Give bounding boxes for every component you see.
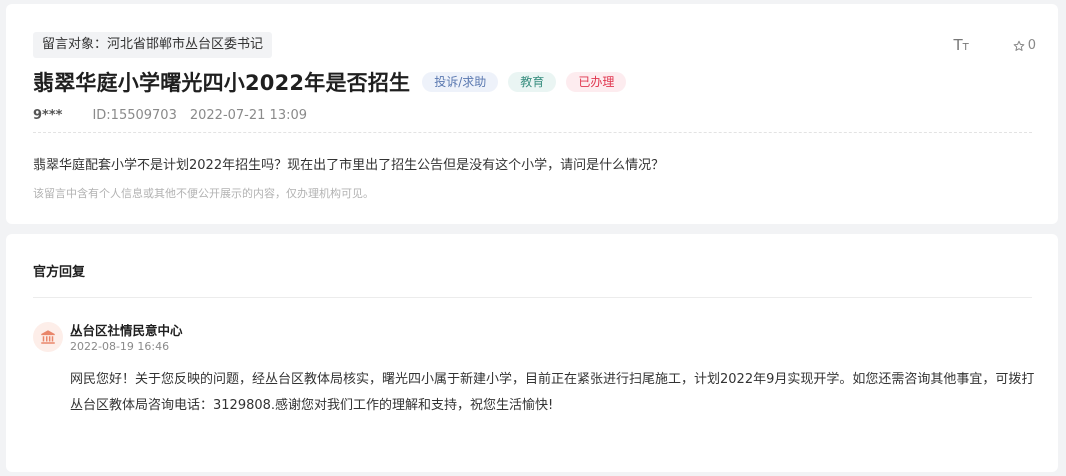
- title-row: 翡翠华庭小学曙光四小2022年是否招生 投诉/求助 教育 已办理: [33, 66, 627, 98]
- reply-department: 丛台区社情民意中心: [70, 323, 183, 338]
- message-target-tag: 留言对象：河北省邯郸市丛台区委书记: [33, 32, 273, 58]
- privacy-note: 该留言中含有个人信息或其他不便公开展示的内容，仅办理机构可见。: [33, 187, 374, 200]
- divider: [33, 297, 1032, 298]
- message-meta: 9*** ID:15509703 2022-07-21 13:09: [33, 108, 307, 123]
- font-size-small-glyph: T: [962, 42, 969, 53]
- avatar: [33, 322, 63, 352]
- reply-content: 网民您好！关于您反映的问题，经丛台区教体局核实，曙光四小属于新建小学，目前正在紧…: [70, 372, 1035, 413]
- message-card: 留言对象：河北省邯郸市丛台区委书记 翡翠华庭小学曙光四小2022年是否招生 投诉…: [6, 4, 1058, 224]
- government-building-icon: [41, 330, 55, 344]
- tag-status: 已办理: [566, 72, 627, 92]
- message-title: 翡翠华庭小学曙光四小2022年是否招生: [33, 71, 411, 95]
- author-name: 9***: [33, 108, 63, 123]
- tag-type: 投诉/求助: [422, 72, 499, 92]
- favorite-count: 0: [1027, 38, 1036, 53]
- message-id: ID:15509703: [92, 108, 177, 123]
- divider: [33, 132, 1032, 133]
- message-datetime: 2022-07-21 13:09: [189, 108, 308, 123]
- reply-card: 官方回复 丛台区社情民意中心 2022-08-19 16:46 网民您好！关于您…: [6, 234, 1058, 472]
- star-outline-icon: [1013, 40, 1025, 51]
- message-content: 翡翠华庭配套小学不是计划2022年招生吗？现在出了市里出了招生公告但是没有这个小…: [33, 158, 665, 173]
- font-size-icon[interactable]: TT: [953, 38, 968, 53]
- tag-category: 教育: [508, 72, 557, 92]
- font-size-big-glyph: T: [953, 36, 963, 54]
- reply-section-title: 官方回复: [33, 265, 86, 280]
- reply-time: 2022-08-19 16:46: [70, 340, 170, 353]
- favorite-button[interactable]: 0: [1013, 38, 1036, 53]
- message-tools: TT 0: [953, 38, 1036, 54]
